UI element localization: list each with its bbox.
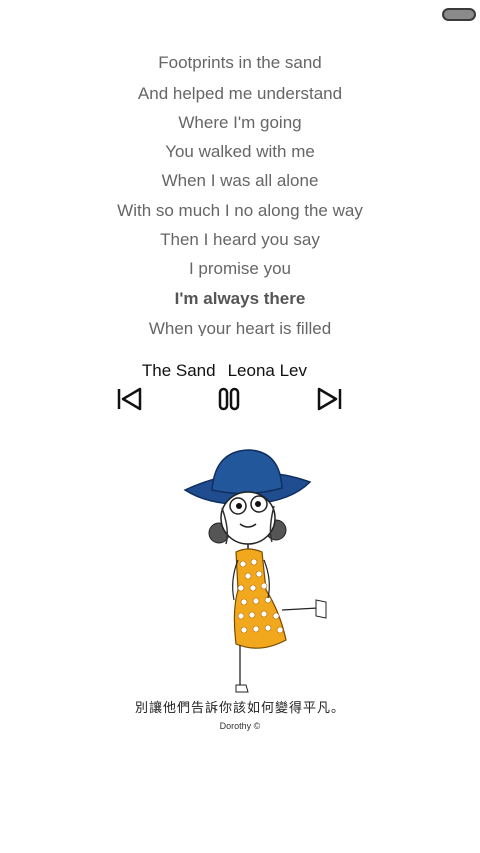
- artwork-credit: Dorothy ©: [219, 721, 261, 731]
- next-button[interactable]: [314, 384, 344, 414]
- song-info-marquee: n The Sand Leona Lev: [140, 360, 320, 384]
- lyric-line: I promise you: [188, 259, 292, 278]
- lyric-line: Footprints in the sand: [158, 53, 322, 72]
- battery-icon: [442, 8, 476, 21]
- lyric-line: Where I'm going: [178, 113, 302, 132]
- lyric-line: You walked with me: [165, 142, 315, 161]
- skip-previous-icon: [117, 387, 142, 411]
- previous-button[interactable]: [115, 384, 145, 414]
- album-artwork: [140, 440, 360, 740]
- lyric-line: Then I heard you say: [160, 230, 320, 249]
- artwork-caption: 別讓他們告訴你該如何變得平凡。: [134, 701, 345, 716]
- lyric-line: When I was all alone: [161, 171, 319, 190]
- girl-illustration: [183, 449, 327, 693]
- lyrics-panel[interactable]: Footprints in the sand And helped me und…: [0, 52, 480, 336]
- current-lyric-line: I'm always there: [174, 289, 306, 308]
- pause-icon: [218, 387, 240, 411]
- artist-name: Leona Lev: [227, 361, 307, 380]
- lyric-line: When your heart is filled: [148, 319, 332, 336]
- pause-button[interactable]: [214, 384, 244, 414]
- lyric-line: And helped me understand: [137, 84, 343, 103]
- lyric-line: With so much I no along the way: [117, 201, 363, 220]
- song-title: n The Sand: [140, 361, 216, 380]
- skip-next-icon: [317, 387, 342, 411]
